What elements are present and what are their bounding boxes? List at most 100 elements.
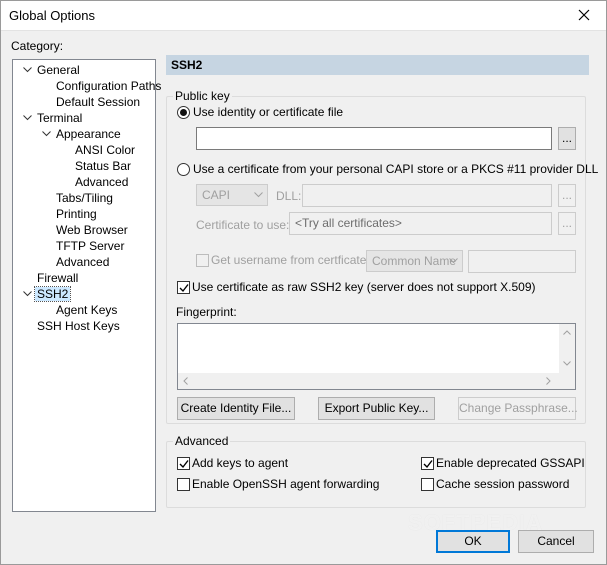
tree-item[interactable]: Status Bar	[75, 158, 131, 174]
use-identity-radio[interactable]	[177, 106, 190, 119]
dll-label: DLL:	[276, 189, 302, 203]
category-tree[interactable]: General Configuration Paths Default Sessio…	[12, 59, 161, 512]
openssh-forwarding-checkbox[interactable]	[177, 478, 190, 491]
tree-item[interactable]: ANSI Color	[75, 142, 135, 158]
chevron-down-icon	[254, 192, 263, 198]
tree-item-label: Configuration Paths	[56, 79, 162, 93]
cache-password-label: Cache session password	[436, 477, 570, 491]
username-source-select[interactable]: Common Name	[366, 250, 463, 272]
tree-expander[interactable]	[22, 62, 34, 78]
fingerprint-label: Fingerprint:	[176, 305, 237, 319]
tree-item-label: Appearance	[56, 127, 121, 141]
tree-item-label: SSH2	[33, 286, 72, 302]
close-button[interactable]	[561, 0, 607, 31]
identity-browse-button[interactable]: ...	[558, 127, 576, 150]
scroll-up-icon	[563, 330, 571, 335]
scrollbar-corner	[559, 373, 575, 389]
identity-file-input[interactable]	[196, 127, 552, 150]
deprecated-gssapi-label: Enable deprecated GSSAPI	[436, 456, 585, 470]
cancel-button[interactable]: Cancel	[518, 530, 594, 553]
add-keys-checkbox[interactable]	[177, 457, 190, 470]
tree-item[interactable]: General	[23, 62, 80, 78]
use-capi-radio[interactable]	[177, 163, 190, 176]
add-keys-label: Add keys to agent	[192, 456, 289, 470]
get-username-label: Get username from certficate:	[211, 253, 370, 267]
chevron-down-icon	[23, 67, 32, 73]
scroll-right-icon	[546, 377, 551, 385]
scroll-left-icon	[183, 377, 188, 385]
tree-item-label: Advanced	[56, 255, 110, 269]
chevron-down-icon	[42, 131, 51, 137]
vertical-scrollbar[interactable]	[559, 324, 575, 373]
chevron-down-icon	[449, 258, 458, 264]
certificate-browse-button[interactable]: ...	[558, 212, 576, 235]
tree-item-label: Firewall	[37, 271, 79, 285]
tree-item[interactable]: Agent Keys	[56, 302, 117, 318]
tree-item[interactable]: Configuration Paths	[56, 78, 161, 94]
tree-item-label: TFTP Server	[56, 239, 125, 253]
checkmark-icon	[179, 284, 189, 293]
tree-expander[interactable]	[22, 110, 34, 126]
tree-item[interactable]: Advanced	[75, 174, 128, 190]
tree-item[interactable]: Appearance	[42, 126, 121, 142]
tree-item-label: General	[37, 63, 80, 77]
fingerprint-textarea[interactable]	[177, 323, 576, 390]
store-select-value: CAPI	[202, 188, 231, 202]
tree-item[interactable]: SSH2	[23, 286, 72, 302]
chevron-down-icon	[23, 291, 32, 297]
dll-input[interactable]	[302, 184, 552, 207]
store-select[interactable]: CAPI	[196, 184, 268, 206]
tree-item-label: Advanced	[75, 175, 129, 189]
advanced-group: Advanced	[166, 434, 586, 508]
dll-browse-button[interactable]: ...	[558, 184, 576, 207]
certificate-input[interactable]: <Try all certificates>	[289, 212, 552, 235]
tree-item[interactable]: Advanced	[56, 254, 109, 270]
horizontal-scrollbar[interactable]	[178, 373, 559, 389]
tree-expander[interactable]	[41, 126, 53, 142]
checkmark-icon	[179, 460, 189, 469]
raw-ssh2-key-label: Use certificate as raw SSH2 key (server …	[192, 280, 536, 294]
tree-item[interactable]: Tabs/Tiling	[56, 190, 113, 206]
checkmark-icon	[423, 460, 433, 469]
title-bar: Global Options	[0, 0, 607, 31]
cache-password-checkbox[interactable]	[421, 478, 434, 491]
public-key-group-title: Public key	[173, 89, 232, 103]
tree-item-label: Terminal	[37, 111, 83, 125]
window-title: Global Options	[9, 8, 95, 23]
tree-item[interactable]: Printing	[56, 206, 97, 222]
tree-item-label: SSH Host Keys	[37, 319, 120, 333]
certificate-label: Certificate to use:	[196, 218, 290, 232]
tree-item[interactable]: Terminal	[23, 110, 83, 126]
raw-ssh2-key-checkbox[interactable]	[177, 281, 190, 294]
tree-expander[interactable]	[22, 286, 34, 302]
change-passphrase-button[interactable]: Change Passphrase...	[458, 397, 578, 420]
username-extra-input[interactable]	[468, 250, 576, 273]
tree-item[interactable]: Web Browser	[56, 222, 128, 238]
tree-item[interactable]: Default Session	[56, 94, 140, 110]
tree-item-label: Status Bar	[75, 159, 132, 173]
username-source-value: Common Name	[372, 254, 457, 268]
tree-item[interactable]: SSH Host Keys	[37, 318, 120, 334]
create-identity-file-button[interactable]: Create Identity File...	[177, 397, 295, 420]
page-title: SSH2	[166, 55, 589, 75]
tree-item[interactable]: Firewall	[37, 270, 78, 286]
category-label: Category:	[11, 39, 64, 53]
scroll-down-icon	[563, 361, 571, 366]
openssh-forwarding-label: Enable OpenSSH agent forwarding	[192, 477, 380, 491]
export-public-key-button[interactable]: Export Public Key...	[318, 397, 435, 420]
ok-button[interactable]: OK	[436, 530, 510, 553]
close-icon	[578, 9, 590, 21]
get-username-checkbox[interactable]	[196, 254, 209, 267]
tree-item[interactable]: TFTP Server	[56, 238, 124, 254]
use-capi-label: Use a certificate from your personal CAP…	[193, 162, 599, 176]
tree-item-label: Printing	[56, 207, 97, 221]
tree-item-label: Web Browser	[56, 223, 128, 237]
tree-item-label: Default Session	[56, 95, 141, 109]
tree-item-label: ANSI Color	[75, 143, 136, 157]
tree-item-label: Tabs/Tiling	[56, 191, 113, 205]
chevron-down-icon	[23, 115, 32, 121]
tree-item-label: Agent Keys	[56, 303, 118, 317]
use-identity-label: Use identity or certificate file	[193, 105, 344, 119]
advanced-group-title: Advanced	[173, 434, 231, 448]
deprecated-gssapi-checkbox[interactable]	[421, 457, 434, 470]
